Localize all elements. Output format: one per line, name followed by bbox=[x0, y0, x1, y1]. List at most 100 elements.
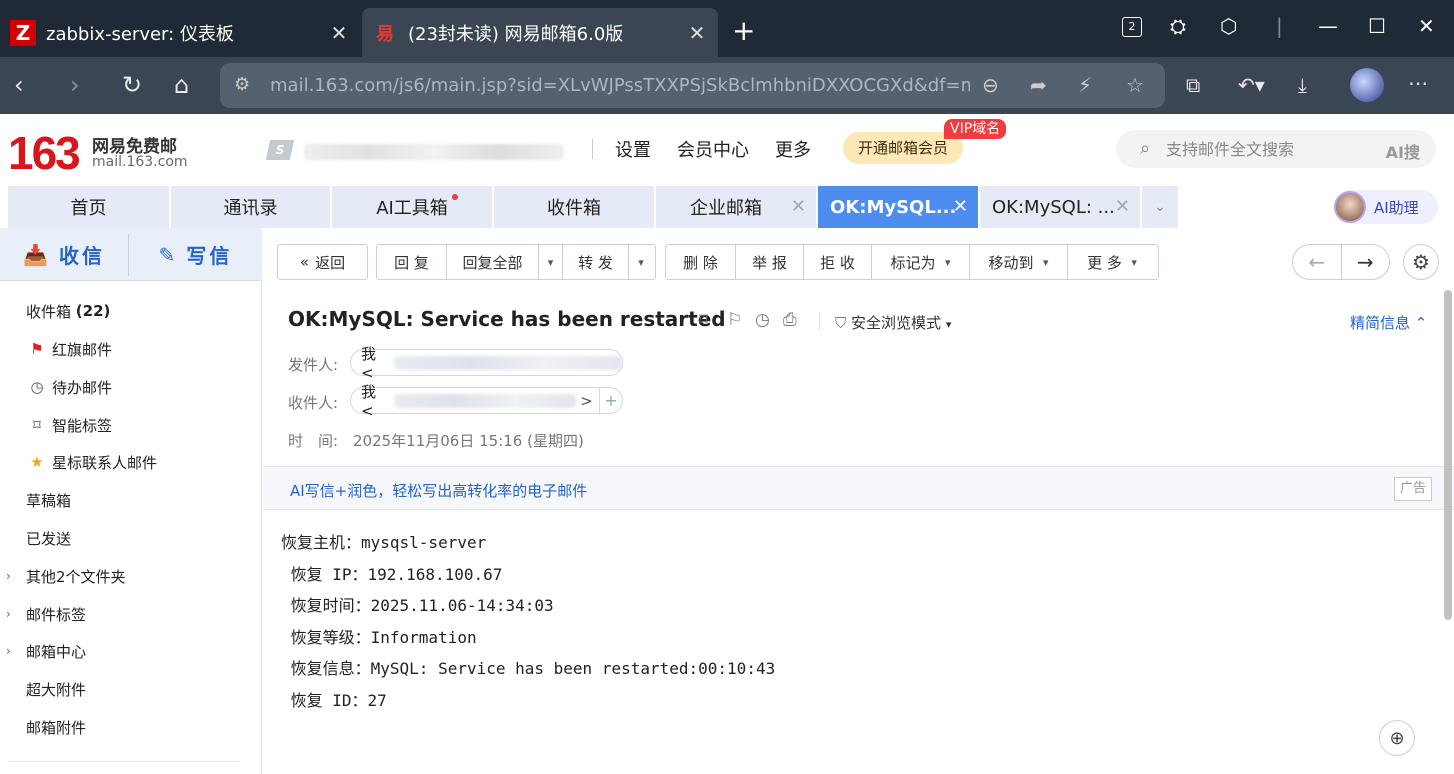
account-email[interactable]: S bbox=[265, 140, 568, 162]
sidebar-item-todo[interactable]: ◷ 待办邮件 bbox=[0, 370, 262, 404]
tab-count-icon[interactable]: 2 bbox=[1122, 17, 1142, 37]
sidebar-item-other-folders[interactable]: › 其他2个文件夹 bbox=[0, 559, 262, 593]
scrollbar[interactable] bbox=[1444, 290, 1452, 620]
sidebar-item-mailbox-center[interactable]: › 邮箱中心 bbox=[0, 634, 262, 668]
new-tab-icon[interactable]: + bbox=[732, 14, 755, 47]
print-icon[interactable]: ⎙ bbox=[783, 310, 797, 330]
tab-mail-2[interactable]: OK:MySQL: ... ✕ bbox=[980, 186, 1140, 228]
header-links: 设置 会员中心 更多 bbox=[592, 136, 837, 162]
flag-icon[interactable]: ⚐ bbox=[727, 310, 742, 330]
browser-tab-zabbix[interactable]: Z zabbix-server: 仪表板 ✕ bbox=[0, 8, 360, 57]
close-tab-icon[interactable]: ✕ bbox=[1115, 196, 1130, 217]
bookmark-star-icon[interactable]: ☆ bbox=[1126, 73, 1144, 97]
body-line: 恢复等级：Information bbox=[281, 627, 477, 647]
chevron-right-icon[interactable]: › bbox=[6, 607, 11, 621]
zoom-icon[interactable]: ⊖ bbox=[982, 73, 999, 97]
delete-button[interactable]: 删 除 bbox=[666, 245, 736, 279]
more-link[interactable]: 更多 bbox=[775, 136, 811, 162]
tab-mail-active[interactable]: OK:MySQL... ✕ bbox=[818, 186, 978, 228]
forward-dropdown[interactable]: ▾ bbox=[629, 245, 653, 279]
vip-domain-badge[interactable]: VIP域名 bbox=[944, 119, 1007, 139]
settings-link[interactable]: 设置 bbox=[615, 136, 651, 162]
logo-number: 163 bbox=[8, 127, 81, 179]
forward-arrow-icon[interactable]: › bbox=[70, 71, 80, 99]
mark-as-dropdown[interactable]: 标记为 ▾ bbox=[872, 245, 970, 279]
close-tab-icon[interactable]: ✕ bbox=[791, 196, 806, 217]
from-address[interactable]: 我< bbox=[350, 345, 623, 382]
more-menu-icon[interactable]: ⋯ bbox=[1408, 71, 1428, 95]
ad-link[interactable]: AI写信+润色，轻松写出高转化率的电子邮件 bbox=[290, 480, 587, 501]
add-contact-icon[interactable]: + bbox=[598, 388, 622, 413]
close-tab-icon[interactable]: ✕ bbox=[328, 21, 350, 45]
search-input[interactable] bbox=[1166, 136, 1366, 162]
tab-enterprise-mail[interactable]: 企业邮箱 ✕ bbox=[656, 186, 816, 228]
close-tab-icon[interactable]: ✕ bbox=[953, 196, 968, 217]
incognito-icon[interactable]: ⛭ bbox=[1170, 14, 1186, 38]
sidebar-item-drafts[interactable]: 草稿箱 bbox=[0, 483, 262, 517]
mail-subject: OK:MySQL: Service has been restarted bbox=[288, 307, 726, 331]
reply-all-button[interactable]: 回复全部 bbox=[447, 245, 539, 279]
ai-search-button[interactable]: AI搜 bbox=[1386, 139, 1420, 163]
tab-inbox[interactable]: 收件箱 bbox=[494, 186, 654, 228]
back-button[interactable]: « 返回 bbox=[277, 244, 368, 280]
more-dropdown[interactable]: 更 多 ▾ bbox=[1068, 245, 1156, 279]
sidebar-item-mail-tags[interactable]: › 邮件标签 bbox=[0, 597, 262, 631]
back-arrow-icon[interactable]: ‹ bbox=[14, 71, 24, 99]
url-text[interactable]: mail.163.com/js6/main.jsp?sid=XLvWJPssTX… bbox=[270, 75, 970, 96]
browser-tab-163mail[interactable]: 易 (23封未读) 网易邮箱6.0版 ✕ bbox=[362, 8, 718, 57]
minimize-icon[interactable]: — bbox=[1318, 14, 1338, 38]
sidebar-item-smart-tags[interactable]: ⌑ 智能标签 bbox=[0, 408, 262, 442]
sidebar-item-large-attachments[interactable]: 超大附件 bbox=[0, 672, 262, 706]
tab-ai-toolbox[interactable]: AI工具箱 bbox=[332, 186, 492, 228]
report-button[interactable]: 举 报 bbox=[736, 245, 804, 279]
sidebar-item-starred[interactable]: ★ 星标联系人邮件 bbox=[0, 445, 262, 479]
safe-browse-mode[interactable]: ⛉ 安全浏览模式 ▾ bbox=[835, 312, 951, 333]
undo-dropdown-icon[interactable]: ↶▾ bbox=[1238, 73, 1265, 97]
chevron-down-icon: ⌄ bbox=[1154, 199, 1166, 215]
forward-button[interactable]: 转 发 bbox=[563, 245, 629, 279]
extensions-icon[interactable]: ⬡ bbox=[1220, 14, 1237, 38]
browser-toolbar: ‹ › ↻ ⌂ ⚙ mail.163.com/js6/main.jsp?sid=… bbox=[0, 57, 1454, 114]
gear-icon[interactable]: ⚙ bbox=[1403, 244, 1439, 280]
home-icon[interactable]: ⌂ bbox=[174, 71, 189, 99]
tab-overflow-dropdown[interactable]: ⌄ bbox=[1142, 186, 1178, 228]
previous-mail-icon[interactable]: ← bbox=[1293, 245, 1341, 279]
lightning-icon[interactable]: ⚡ bbox=[1078, 73, 1092, 97]
zoom-in-icon[interactable]: ⊕ bbox=[1379, 720, 1415, 756]
sidebar-item-inbox[interactable]: 收件箱 (22) bbox=[0, 294, 262, 328]
ai-assistant-button[interactable]: AI助理 bbox=[1334, 190, 1438, 224]
sidebar-item-sent[interactable]: 已发送 bbox=[0, 521, 262, 555]
download-icon[interactable]: ⤓ bbox=[1298, 73, 1307, 97]
ad-bar: AI写信+润色，轻松写出高转化率的电子邮件 广告 bbox=[263, 466, 1454, 510]
move-to-dropdown[interactable]: 移动到 ▾ bbox=[970, 245, 1068, 279]
maximize-icon[interactable]: ☐ bbox=[1368, 14, 1386, 38]
tab-home[interactable]: 首页 bbox=[8, 186, 169, 228]
address-bar[interactable]: ⚙ mail.163.com/js6/main.jsp?sid=XLvWJPss… bbox=[220, 63, 1165, 108]
reject-button[interactable]: 拒 收 bbox=[804, 245, 872, 279]
extension-puzzle-icon[interactable]: ⧉ bbox=[1186, 73, 1200, 97]
reply-dropdown[interactable]: ▾ bbox=[539, 245, 563, 279]
sidebar-item-flagged[interactable]: ⚑ 红旗邮件 bbox=[0, 332, 262, 366]
profile-avatar[interactable] bbox=[1350, 68, 1384, 102]
sidebar-item-attachments[interactable]: 邮箱附件 bbox=[0, 710, 262, 744]
mail-search[interactable]: ⌕ AI搜 bbox=[1116, 130, 1436, 168]
member-center-link[interactable]: 会员中心 bbox=[677, 136, 749, 162]
site-info-icon[interactable]: ⚙ bbox=[234, 74, 250, 95]
reply-button[interactable]: 回 复 bbox=[377, 245, 447, 279]
bookmark-icon[interactable]: ⌑ bbox=[699, 310, 708, 330]
share-icon[interactable]: ➦ bbox=[1030, 73, 1047, 97]
next-mail-icon[interactable]: → bbox=[1340, 245, 1390, 279]
receive-button[interactable]: 📥 收信 bbox=[0, 228, 128, 281]
star-icon: ★ bbox=[30, 453, 44, 471]
body-line: 恢复信息：MySQL: Service has been restarted:0… bbox=[281, 659, 776, 678]
clock-icon[interactable]: ◷ bbox=[755, 310, 770, 330]
chevron-right-icon[interactable]: › bbox=[6, 569, 11, 583]
compose-button[interactable]: ✎ 写信 bbox=[129, 228, 262, 281]
chevron-right-icon[interactable]: › bbox=[6, 644, 11, 658]
close-tab-icon[interactable]: ✕ bbox=[686, 21, 708, 45]
simple-info-toggle[interactable]: 精简信息 ⌃ bbox=[1350, 312, 1427, 333]
reload-icon[interactable]: ↻ bbox=[122, 71, 142, 99]
tab-contacts[interactable]: 通讯录 bbox=[171, 186, 330, 228]
close-window-icon[interactable]: ✕ bbox=[1418, 14, 1435, 38]
to-address[interactable]: 我< > + bbox=[350, 383, 623, 420]
